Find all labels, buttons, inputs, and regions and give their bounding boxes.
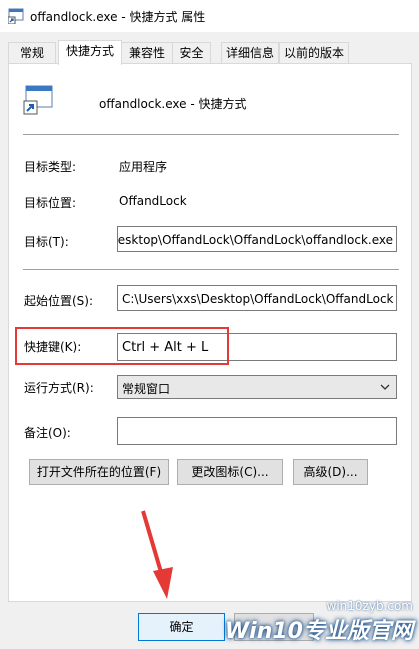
comment-input[interactable] [117, 417, 397, 445]
run-select-value: 常规窗口 [122, 382, 171, 396]
watermark-brand: Win10专业版官网 [224, 619, 413, 644]
target-type-value: 应用程序 [119, 160, 168, 174]
shortcut-name: offandlock.exe - 快捷方式 [99, 97, 247, 111]
target-label: 目标(T): [24, 235, 69, 249]
window-title: offandlock.exe - 快捷方式 属性 [30, 10, 206, 24]
run-select[interactable]: 常规窗口 [117, 375, 397, 399]
ok-button[interactable]: 确定 [138, 613, 225, 641]
target-location-label: 目标位置: [24, 196, 77, 210]
start-in-label: 起始位置(S): [24, 294, 94, 308]
change-icon-button[interactable]: 更改图标(C)... [177, 459, 283, 485]
comment-label: 备注(O): [24, 426, 71, 440]
advanced-button[interactable]: 高级(D)... [293, 459, 368, 485]
watermark-url: win10zyb.com [326, 599, 413, 613]
tab-previous-versions[interactable]: 以前的版本 [279, 42, 349, 64]
tab-shortcut[interactable]: 快捷方式 [58, 40, 122, 65]
shortcut-app-large-icon [23, 85, 53, 115]
tab-details[interactable]: 详细信息 [221, 42, 279, 64]
open-file-location-button[interactable]: 打开文件所在的位置(F) [29, 459, 169, 485]
start-in-input-value: C:\Users\xxs\Desktop\OffandLock\OffandLo… [122, 292, 394, 306]
annotation-arrow [141, 510, 173, 599]
target-input-value: esktop\OffandLock\OffandLock\offandlock.… [117, 233, 393, 247]
chevron-down-icon [380, 384, 390, 390]
start-in-input[interactable]: C:\Users\xxs\Desktop\OffandLock\OffandLo… [117, 285, 397, 311]
target-location-value: OffandLock [119, 194, 187, 208]
target-input[interactable]: esktop\OffandLock\OffandLock\offandlock.… [117, 226, 397, 252]
title-bar: offandlock.exe - 快捷方式 属性 [0, 0, 419, 32]
shortcut-key-highlight [15, 327, 229, 365]
tab-general[interactable]: 常规 [8, 42, 56, 64]
watermark: win10zyb.com Win10专业版官网 [225, 599, 413, 645]
separator [23, 134, 399, 135]
target-type-label: 目标类型: [24, 160, 77, 174]
tab-security[interactable]: 安全 [172, 42, 211, 64]
shortcut-tab-panel: offandlock.exe - 快捷方式 目标类型: 应用程序 目标位置: O… [8, 63, 412, 602]
tab-compatibility[interactable]: 兼容性 [121, 42, 173, 64]
separator [23, 269, 399, 270]
run-label: 运行方式(R): [24, 381, 94, 395]
shortcut-app-icon [8, 8, 24, 24]
